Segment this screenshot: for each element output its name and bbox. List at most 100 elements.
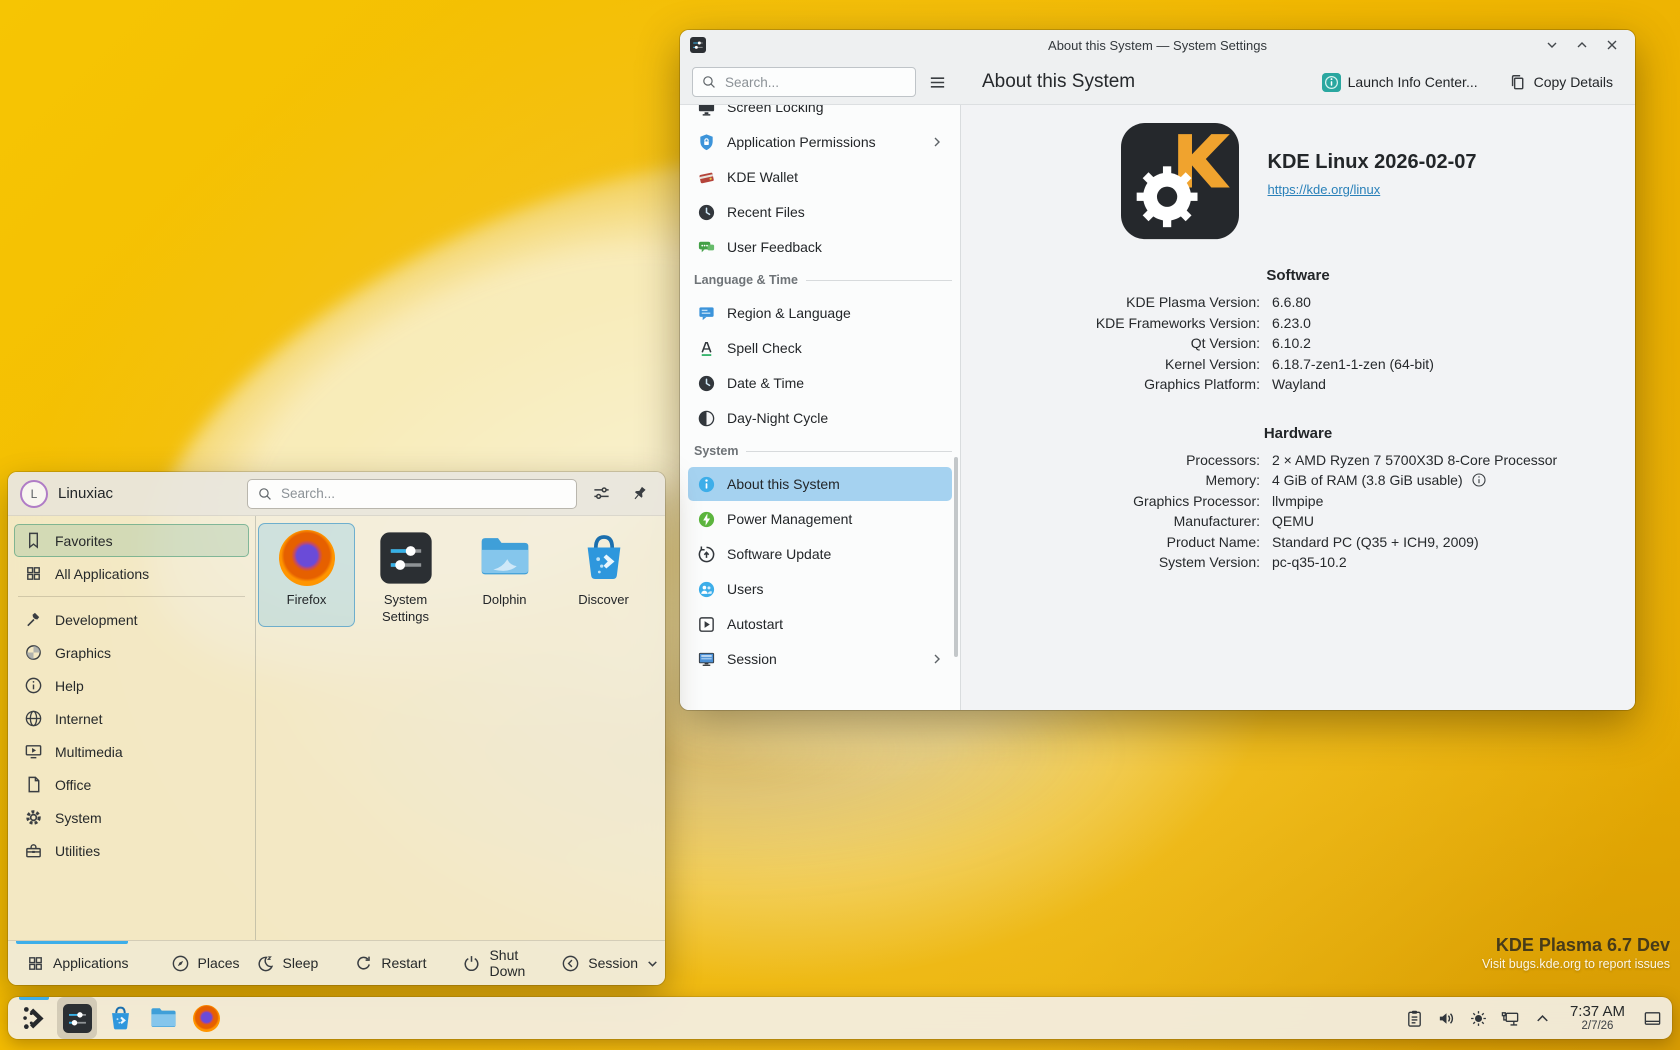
sidebar-item-application-permissions[interactable]: Application Permissions bbox=[688, 125, 952, 159]
copy-icon bbox=[1508, 73, 1527, 92]
sidebar-item-session[interactable]: Session bbox=[688, 642, 952, 676]
hamburger-menu-icon[interactable] bbox=[922, 67, 952, 97]
launch-info-center-button[interactable]: Launch Info Center... bbox=[1314, 68, 1486, 97]
session-monitor-icon bbox=[697, 650, 716, 669]
sidebar-item-recent-files[interactable]: Recent Files bbox=[688, 195, 952, 229]
search-icon bbox=[701, 74, 717, 90]
restart-icon bbox=[354, 954, 373, 973]
os-link[interactable]: https://kde.org/linux bbox=[1268, 182, 1381, 197]
sidebar-item-help[interactable]: Help bbox=[14, 669, 249, 702]
chevron-right-icon bbox=[931, 653, 943, 665]
brightness-icon[interactable] bbox=[1465, 1003, 1493, 1033]
launcher-footer: Applications Places Sleep Restart Shut D… bbox=[8, 940, 665, 985]
copy-details-button[interactable]: Copy Details bbox=[1500, 68, 1621, 97]
sidebar-item-user-feedback[interactable]: User Feedback bbox=[688, 230, 952, 264]
grid-icon bbox=[26, 954, 45, 973]
titlebar[interactable]: About this System — System Settings bbox=[680, 30, 1635, 60]
page-title: About this System bbox=[982, 71, 1135, 93]
update-arrow-icon bbox=[697, 545, 716, 564]
volume-icon[interactable] bbox=[1433, 1003, 1461, 1033]
sidebar-item-day-night-cycle[interactable]: Day-Night Cycle bbox=[688, 401, 952, 435]
sidebar-item-utilities[interactable]: Utilities bbox=[14, 834, 249, 867]
sidebar-item-development[interactable]: Development bbox=[14, 603, 249, 636]
launcher-search-input[interactable] bbox=[279, 485, 567, 502]
info-center-icon bbox=[1322, 73, 1341, 92]
system-tray bbox=[1401, 1003, 1557, 1033]
hammer-icon bbox=[24, 610, 43, 629]
clipboard-icon[interactable] bbox=[1401, 1003, 1429, 1033]
sidebar-item-screen-locking[interactable]: Screen Locking bbox=[688, 105, 952, 124]
expand-tray-icon[interactable] bbox=[1529, 1003, 1557, 1033]
divider bbox=[18, 596, 245, 597]
show-desktop-button[interactable] bbox=[1638, 1003, 1666, 1033]
info-circle-icon bbox=[697, 475, 716, 494]
memory-info-icon[interactable] bbox=[1471, 472, 1487, 488]
toolbar: About this System Launch Info Center... … bbox=[680, 60, 1635, 105]
sidebar-item-power-management[interactable]: Power Management bbox=[688, 502, 952, 536]
task-system-settings[interactable] bbox=[57, 997, 97, 1039]
app-tile-firefox[interactable]: Firefox bbox=[258, 523, 355, 627]
system-settings-window: About this System — System Settings Abou… bbox=[680, 30, 1635, 710]
task-discover[interactable] bbox=[100, 997, 140, 1039]
hardware-info-table: Processors:2 × AMD Ryzen 7 5700X3D 8-Cor… bbox=[968, 450, 1628, 573]
tab-places[interactable]: Places bbox=[163, 948, 248, 979]
settings-search-field[interactable] bbox=[692, 67, 916, 97]
software-info-table: KDE Plasma Version:6.6.80 KDE Frameworks… bbox=[968, 292, 1628, 395]
sidebar-item-favorites[interactable]: Favorites bbox=[14, 524, 249, 557]
screen-locking-icon bbox=[697, 105, 716, 117]
users-icon bbox=[697, 580, 716, 599]
application-launcher-button[interactable] bbox=[14, 997, 54, 1039]
report-issues-text: Visit bugs.kde.org to report issues bbox=[1482, 957, 1670, 973]
sidebar-item-autostart[interactable]: Autostart bbox=[688, 607, 952, 641]
shut-down-button[interactable]: Shut Down bbox=[454, 941, 533, 985]
avatar[interactable]: L bbox=[20, 480, 48, 508]
sidebar-item-spell-check[interactable]: Spell Check bbox=[688, 331, 952, 365]
task-dolphin[interactable] bbox=[143, 997, 183, 1039]
section-system: System bbox=[694, 436, 952, 466]
sidebar-item-region-language[interactable]: Region & Language bbox=[688, 296, 952, 330]
configure-icon[interactable] bbox=[587, 480, 615, 508]
task-firefox[interactable] bbox=[186, 997, 226, 1039]
feedback-bubbles-icon bbox=[697, 238, 716, 257]
autostart-play-icon bbox=[697, 615, 716, 634]
favorites-grid: Firefox System Settings Dolphin Discover bbox=[256, 516, 665, 940]
language-bubble-icon bbox=[697, 304, 716, 323]
restart-button[interactable]: Restart bbox=[346, 948, 434, 979]
transparency-circle-icon bbox=[24, 643, 43, 662]
maximize-button[interactable] bbox=[1569, 33, 1595, 57]
settings-search-input[interactable] bbox=[723, 74, 907, 91]
hardware-heading: Hardware bbox=[968, 425, 1628, 442]
pin-icon[interactable] bbox=[625, 480, 653, 508]
sidebar-item-multimedia[interactable]: Multimedia bbox=[14, 735, 249, 768]
sidebar-item-internet[interactable]: Internet bbox=[14, 702, 249, 735]
app-tile-dolphin[interactable]: Dolphin bbox=[456, 523, 553, 627]
session-button[interactable]: Session bbox=[553, 948, 665, 979]
sidebar-item-users[interactable]: Users bbox=[688, 572, 952, 606]
close-button[interactable] bbox=[1599, 33, 1625, 57]
digital-clock[interactable]: 7:37 AM 2/7/26 bbox=[1560, 1003, 1635, 1033]
sidebar-item-all-applications[interactable]: All Applications bbox=[14, 557, 249, 590]
os-name: KDE Linux 2026-02-07 bbox=[1268, 151, 1477, 174]
toolbox-icon bbox=[24, 841, 43, 860]
app-tile-discover[interactable]: Discover bbox=[555, 523, 652, 627]
sidebar-item-kde-wallet[interactable]: KDE Wallet bbox=[688, 160, 952, 194]
sidebar-item-about-this-system[interactable]: About this System bbox=[688, 467, 952, 501]
tab-applications[interactable]: Applications bbox=[18, 948, 137, 979]
grid-icon bbox=[24, 564, 43, 583]
globe-icon bbox=[24, 709, 43, 728]
monitor-play-icon bbox=[24, 742, 43, 761]
bookmark-icon bbox=[24, 531, 43, 550]
network-icon[interactable] bbox=[1497, 1003, 1525, 1033]
sidebar-scrollbar[interactable] bbox=[954, 457, 958, 657]
sidebar-item-software-update[interactable]: Software Update bbox=[688, 537, 952, 571]
minimize-button[interactable] bbox=[1539, 33, 1565, 57]
launcher-search-field[interactable] bbox=[247, 479, 577, 509]
sidebar-item-system[interactable]: System bbox=[14, 801, 249, 834]
sidebar-item-office[interactable]: Office bbox=[14, 768, 249, 801]
app-tile-system-settings[interactable]: System Settings bbox=[357, 523, 454, 627]
sleep-button[interactable]: Sleep bbox=[248, 948, 327, 979]
session-back-icon bbox=[561, 954, 580, 973]
user-name: Linuxiac bbox=[58, 485, 113, 502]
sidebar-item-graphics[interactable]: Graphics bbox=[14, 636, 249, 669]
sidebar-item-date-time[interactable]: Date & Time bbox=[688, 366, 952, 400]
